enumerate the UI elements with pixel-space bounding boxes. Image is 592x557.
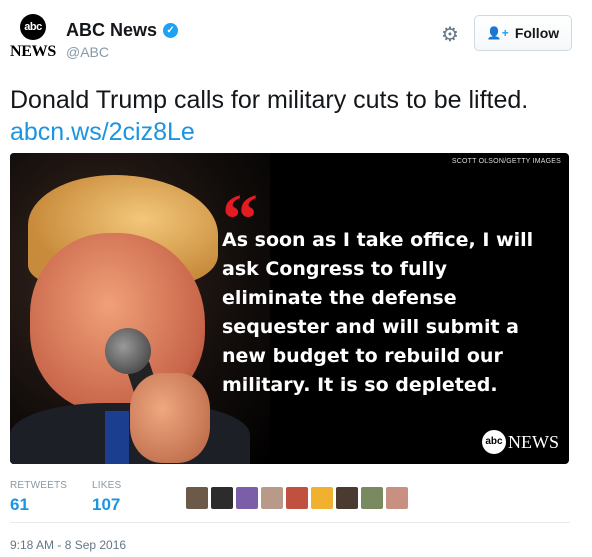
watermark-news: NEWS [508, 431, 559, 452]
avatar-news-text: NEWS [10, 43, 56, 60]
divider [10, 522, 570, 523]
photo-hand [130, 373, 210, 463]
avatar[interactable]: abc NEWS [10, 14, 56, 60]
tweet-media-image[interactable]: SCOTT OLSON/GETTY IMAGES “ As soon as I … [10, 153, 569, 464]
liker-avatar[interactable] [186, 487, 208, 509]
liker-avatar[interactable] [311, 487, 333, 509]
display-name[interactable]: ABC News ✓ [66, 20, 179, 41]
liker-avatar[interactable] [211, 487, 233, 509]
verified-badge-icon: ✓ [163, 23, 179, 38]
liker-avatar[interactable] [386, 487, 408, 509]
timestamp[interactable]: 9:18 AM - 8 Sep 2016 [10, 538, 126, 552]
abc-news-watermark: abc NEWS [482, 430, 559, 454]
tweet-body: Donald Trump calls for military cuts to … [10, 86, 529, 114]
liker-avatars [186, 487, 408, 509]
add-user-icon: 👤+ [486, 26, 509, 40]
gear-icon[interactable]: ⚙ [440, 25, 460, 45]
likes-stat[interactable]: LIKES 107 [92, 480, 121, 515]
retweets-label: RETWEETS [10, 480, 68, 491]
retweets-count: 61 [10, 495, 29, 514]
tweet-header: abc NEWS ABC News ✓ @ABC ⚙ 👤+ Follow [10, 14, 572, 64]
follow-button[interactable]: 👤+ Follow [474, 15, 572, 51]
likes-label: LIKES [92, 480, 122, 491]
photo-credit: SCOTT OLSON/GETTY IMAGES [451, 158, 561, 165]
quote-text: As soon as I take office, I will ask Con… [222, 229, 534, 396]
liker-avatar[interactable] [261, 487, 283, 509]
microphone-icon [105, 328, 151, 374]
watermark-logo: abc [482, 430, 506, 454]
abc-logo: abc [20, 14, 46, 40]
likes-count: 107 [92, 495, 121, 514]
liker-avatar[interactable] [336, 487, 358, 509]
liker-avatar[interactable] [286, 487, 308, 509]
tweet-stats: RETWEETS 61 LIKES 107 [10, 480, 570, 526]
name-block: ABC News ✓ @ABC [66, 20, 179, 60]
liker-avatar[interactable] [236, 487, 258, 509]
photo-tie [105, 411, 129, 464]
follow-label: Follow [514, 25, 560, 41]
liker-avatar[interactable] [361, 487, 383, 509]
tweet-text: Donald Trump calls for military cuts to … [10, 84, 580, 148]
display-name-text: ABC News [66, 20, 158, 40]
retweets-stat[interactable]: RETWEETS 61 [10, 480, 67, 515]
tweet-link[interactable]: abcn.ws/2ciz8Le [10, 116, 580, 148]
handle[interactable]: @ABC [66, 44, 178, 60]
